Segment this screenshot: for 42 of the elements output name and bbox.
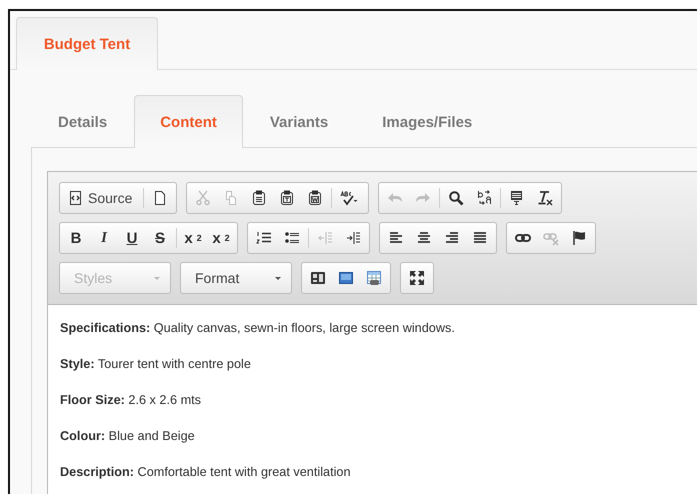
align-right-icon: [444, 230, 460, 246]
caret-icon: [275, 276, 281, 280]
source-button[interactable]: Source: [62, 185, 142, 211]
frame-icon: [338, 270, 354, 286]
section-tab[interactable]: Images/Files: [355, 95, 500, 148]
indent-icon: [345, 230, 361, 246]
dropdown[interactable]: Format: [183, 265, 289, 291]
numbered-list-icon: [256, 230, 272, 246]
flag-icon: [571, 230, 587, 246]
caret-icon: [154, 276, 160, 280]
scissors-icon: [195, 190, 212, 206]
format-button[interactable]: U: [118, 225, 146, 251]
content-paragraph: Specifications: Quality canvas, sewn-in floors, large screen windows.: [60, 320, 456, 336]
align-center-icon: [416, 230, 432, 246]
remove-format-icon: [537, 190, 554, 206]
table-icon: [366, 270, 382, 286]
clipboard-word-icon: [307, 190, 324, 206]
button-label: Source: [88, 190, 132, 206]
format-button[interactable]: S: [146, 225, 174, 251]
content-paragraph: Floor Size: 2.6 x 2.6 mts: [60, 392, 202, 408]
spellcheck-icon: [340, 190, 360, 206]
maximize-icon: [409, 270, 425, 286]
section-tab[interactable]: Details: [31, 95, 134, 148]
content-paragraph: Description: Comfortable tent with great ventilation: [60, 464, 352, 480]
unlink-icon: [543, 230, 559, 246]
content-paragraph: Style: Tourer tent with centre pole: [60, 356, 252, 372]
dropdown-label: Styles: [74, 270, 112, 286]
bullet-list-icon: [284, 230, 300, 246]
outdent-icon: [317, 230, 333, 246]
align-left-icon: [388, 230, 404, 246]
source-icon: [68, 190, 84, 206]
search-icon: [448, 190, 464, 206]
justify-icon: [472, 230, 488, 246]
format-button[interactable]: x$^{2}$: [207, 225, 235, 251]
clipboard-icon: [251, 190, 268, 206]
dropdown-label: Format: [195, 270, 240, 286]
format-button[interactable]: I: [90, 225, 118, 251]
clipboard-text-icon: [279, 190, 296, 206]
replace-icon: [476, 190, 492, 206]
content-paragraph: Colour: Blue and Beige: [60, 428, 196, 444]
section-tab[interactable]: Variants: [242, 95, 356, 148]
format-button[interactable]: B: [62, 225, 90, 251]
